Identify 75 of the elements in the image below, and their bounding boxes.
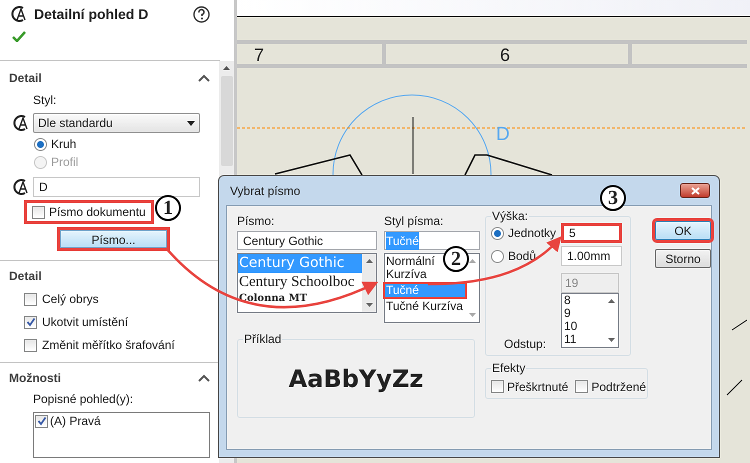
radio-label: Profil (51, 154, 78, 171)
height-field[interactable]: 1.00mm (561, 246, 622, 266)
section-title: Detail (9, 70, 42, 86)
chevron-up-icon[interactable] (198, 374, 210, 382)
scroll-down-icon[interactable] (608, 338, 614, 342)
chevron-up-icon[interactable] (198, 74, 210, 82)
close-button[interactable] (680, 183, 710, 198)
detail-view-icon (12, 114, 30, 132)
font-button[interactable]: Písmo... (60, 230, 167, 248)
dropdown-arrow-icon (187, 120, 195, 126)
list-label: Popisné pohled(y): (33, 391, 134, 408)
confirm-check-icon[interactable] (12, 31, 26, 42)
style-label: Styl: (33, 92, 58, 105)
scroll-thumb[interactable] (220, 76, 232, 166)
help-icon[interactable] (193, 6, 210, 22)
font-list[interactable]: Century Gothic Century Schoolboc Colonna MT (237, 253, 377, 313)
checkbox[interactable] (24, 338, 37, 352)
list-item[interactable]: (A) Pravá (50, 412, 101, 430)
detail-view-icon (10, 5, 28, 23)
size-field: 19 (561, 273, 619, 293)
size-option[interactable]: 10 (564, 320, 604, 333)
style-label: Styl písma: (384, 213, 444, 227)
radio-button[interactable] (491, 250, 504, 262)
radio-label: Bodů (508, 248, 538, 265)
ruler-number: 7 (254, 45, 264, 65)
height-label: Výška: (491, 209, 530, 223)
checkbox[interactable] (491, 380, 504, 393)
checkbox-label: Celý obrys (42, 291, 99, 308)
checkbox-label: Podtržené (591, 378, 646, 396)
scroll-up-icon[interactable] (366, 259, 372, 263)
panel-title: Detailní pohled D (34, 4, 150, 24)
height-field[interactable]: 5 (561, 223, 622, 243)
checkbox[interactable] (35, 414, 48, 428)
sample-text: AaBbYyZz (288, 364, 424, 394)
section-title: Možnosti (9, 370, 61, 386)
font-option[interactable]: Colonna MT (238, 292, 362, 306)
font-label: Písmo: (237, 213, 276, 227)
checkbox-label: Ukotvit umístění (42, 314, 128, 331)
view-label: D (496, 125, 510, 145)
size-option[interactable]: 9 (564, 307, 604, 320)
checkbox[interactable] (24, 292, 37, 306)
detail-view-icon (12, 178, 30, 196)
scroll-up-icon[interactable] (223, 66, 230, 70)
ruler-number: 6 (500, 45, 510, 65)
dialog-button[interactable]: OK (655, 221, 711, 240)
checkbox-label: Přeškrtnuté (507, 378, 568, 396)
style-option[interactable]: Kurzíva (385, 268, 428, 281)
checkbox[interactable] (575, 380, 588, 393)
radio-button[interactable] (491, 226, 504, 240)
close-icon (690, 186, 700, 194)
size-option[interactable]: 11 (564, 333, 604, 346)
dialog-title: Vybrat písmo (230, 182, 300, 200)
section-title: Detail (9, 268, 42, 285)
label-field[interactable]: D (33, 177, 200, 197)
checkbox[interactable] (24, 316, 37, 328)
size-list[interactable]: 8 9 10 11 (561, 293, 619, 348)
size-option[interactable]: 8 (564, 294, 604, 307)
radio-label: Kruh (51, 136, 76, 153)
style-option[interactable]: Tučné Kurzíva (385, 300, 464, 313)
scroll-up-icon[interactable] (468, 259, 476, 263)
dialog-button[interactable]: Storno (655, 249, 711, 268)
effects-label: Efekty (491, 361, 526, 375)
style-dropdown[interactable]: Dle standardu (33, 113, 200, 133)
scroll-down-icon[interactable] (366, 303, 372, 307)
font-name-field[interactable]: Century Gothic (237, 231, 377, 250)
font-option[interactable]: Century Schoolboc (238, 273, 362, 292)
sample-label: Příklad (243, 332, 282, 346)
radio-button[interactable] (34, 138, 47, 150)
style-option[interactable]: Normální (385, 255, 436, 268)
document-font-checkbox[interactable]: Písmo dokumentu (27, 203, 151, 221)
checkbox-label: Změnit měřítko šrafování (42, 337, 175, 354)
radio-label: Jednotky (508, 225, 558, 242)
spacing-label: Odstup: (504, 336, 546, 353)
checkbox[interactable] (32, 206, 45, 218)
scroll-up-icon[interactable] (608, 299, 614, 303)
